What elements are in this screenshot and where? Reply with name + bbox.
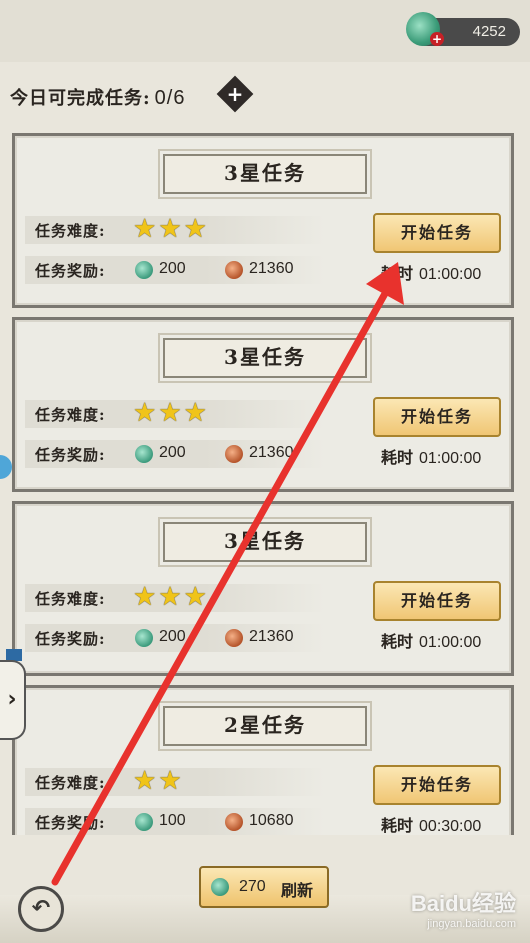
start-task-button[interactable]: 开始任务 bbox=[373, 213, 501, 253]
duration: 耗时 01:00:00 bbox=[381, 628, 481, 652]
add-daily-button[interactable]: + bbox=[216, 75, 254, 113]
refresh-cost: 270 bbox=[239, 878, 266, 895]
coin-icon bbox=[225, 261, 243, 279]
reward-row: 任务奖励: 200 21360 bbox=[25, 440, 325, 468]
duration-label: 耗时 bbox=[381, 264, 414, 283]
difficulty-row: 任务难度: ★★★ bbox=[25, 216, 325, 244]
watermark-url: jingyan.baidu.com bbox=[427, 918, 516, 930]
back-arrow-icon: ↶ bbox=[31, 896, 51, 921]
daily-tasks-label: 今日可完成任务: 0/6 bbox=[10, 84, 185, 110]
jade-reward: 200 bbox=[159, 444, 186, 461]
coin-reward: 21360 bbox=[249, 444, 294, 461]
task-title: 3星任务 bbox=[158, 517, 372, 567]
jade-reward: 200 bbox=[159, 628, 186, 645]
duration-time: 01:00:00 bbox=[419, 634, 482, 651]
task-card: 2星任务 任务难度: ★★ 任务奖励: 100 10680 开始任务 耗时 00:… bbox=[12, 685, 514, 835]
task-card: 3星任务 任务难度: ★★★ 任务奖励: 200 21360 开始任务 耗时 01… bbox=[12, 133, 514, 308]
back-button[interactable]: ↶ bbox=[18, 886, 64, 932]
task-card: 3星任务 任务难度: ★★★ 任务奖励: 200 21360 开始任务 耗时 01… bbox=[12, 317, 514, 492]
jade-icon bbox=[135, 629, 153, 647]
add-currency-icon[interactable]: + bbox=[430, 32, 444, 46]
coin-reward: 21360 bbox=[249, 260, 294, 277]
jade-reward: 100 bbox=[159, 812, 186, 829]
star-icon: ★ bbox=[158, 214, 182, 244]
start-task-button[interactable]: 开始任务 bbox=[373, 581, 501, 621]
reward-label: 任务奖励: bbox=[35, 814, 106, 832]
watermark-brand: Baidu经验 bbox=[410, 891, 516, 916]
coin-icon bbox=[225, 445, 243, 463]
coin-reward: 10680 bbox=[249, 812, 294, 829]
star-icon: ★ bbox=[133, 766, 157, 796]
refresh-label: 刷新 bbox=[281, 881, 314, 900]
expand-panel-button[interactable]: › bbox=[0, 660, 26, 740]
difficulty-label: 任务难度: bbox=[35, 406, 106, 424]
daily-label-text: 今日可完成任务: bbox=[10, 88, 151, 109]
plus-icon: + bbox=[226, 82, 244, 106]
star-icon: ★ bbox=[158, 766, 182, 796]
jade-currency[interactable]: + 4252 bbox=[406, 12, 520, 46]
difficulty-stars: ★★★ bbox=[133, 584, 209, 610]
duration-time: 01:00:00 bbox=[419, 266, 482, 283]
star-icon: ★ bbox=[133, 398, 157, 428]
reward-row: 任务奖励: 100 10680 bbox=[25, 808, 325, 835]
duration: 耗时 01:00:00 bbox=[381, 260, 481, 284]
jade-amount: 4252 bbox=[472, 23, 506, 40]
task-card: 3星任务 任务难度: ★★★ 任务奖励: 200 21360 开始任务 耗时 01… bbox=[12, 501, 514, 676]
duration: 耗时 01:00:00 bbox=[381, 444, 481, 468]
coin-icon bbox=[225, 629, 243, 647]
difficulty-stars: ★★★ bbox=[133, 400, 209, 426]
jade-icon bbox=[211, 878, 229, 896]
reward-label: 任务奖励: bbox=[35, 262, 106, 280]
difficulty-row: 任务难度: ★★★ bbox=[25, 400, 325, 428]
star-icon: ★ bbox=[133, 214, 157, 244]
star-icon: ★ bbox=[183, 214, 207, 244]
jade-icon bbox=[135, 445, 153, 463]
star-icon: ★ bbox=[183, 582, 207, 612]
task-title: 2星任务 bbox=[158, 701, 372, 751]
refresh-button[interactable]: 270 刷新 bbox=[199, 866, 329, 908]
reward-row: 任务奖励: 200 21360 bbox=[25, 624, 325, 652]
jade-reward: 200 bbox=[159, 260, 186, 277]
difficulty-label: 任务难度: bbox=[35, 222, 106, 240]
task-title: 3星任务 bbox=[158, 333, 372, 383]
watermark: Baidu经验 jingyan.baidu.com bbox=[411, 886, 516, 930]
reward-label: 任务奖励: bbox=[35, 630, 106, 648]
difficulty-row: 任务难度: ★★★ bbox=[25, 584, 325, 612]
start-task-button[interactable]: 开始任务 bbox=[373, 765, 501, 805]
start-task-button[interactable]: 开始任务 bbox=[373, 397, 501, 437]
duration: 耗时 00:30:00 bbox=[381, 812, 481, 835]
reward-row: 任务奖励: 200 21360 bbox=[25, 256, 325, 284]
difficulty-label: 任务难度: bbox=[35, 774, 106, 792]
star-icon: ★ bbox=[133, 582, 157, 612]
duration-label: 耗时 bbox=[381, 816, 414, 835]
duration-time: 00:30:00 bbox=[419, 818, 482, 835]
jade-icon bbox=[135, 813, 153, 831]
reward-label: 任务奖励: bbox=[35, 446, 106, 464]
daily-count: 0/6 bbox=[154, 87, 186, 109]
duration-label: 耗时 bbox=[381, 632, 414, 651]
task-title: 3星任务 bbox=[158, 149, 372, 199]
difficulty-stars: ★★ bbox=[133, 768, 184, 794]
star-icon: ★ bbox=[158, 582, 182, 612]
coin-icon bbox=[225, 813, 243, 831]
duration-time: 01:00:00 bbox=[419, 450, 482, 467]
star-icon: ★ bbox=[158, 398, 182, 428]
jade-icon bbox=[135, 261, 153, 279]
difficulty-row: 任务难度: ★★ bbox=[25, 768, 325, 796]
star-icon: ★ bbox=[183, 398, 207, 428]
difficulty-stars: ★★★ bbox=[133, 216, 209, 242]
coin-reward: 21360 bbox=[249, 628, 294, 645]
difficulty-label: 任务难度: bbox=[35, 590, 106, 608]
duration-label: 耗时 bbox=[381, 448, 414, 467]
task-list[interactable]: 3星任务 任务难度: ★★★ 任务奖励: 200 21360 开始任务 耗时 01… bbox=[0, 125, 530, 835]
